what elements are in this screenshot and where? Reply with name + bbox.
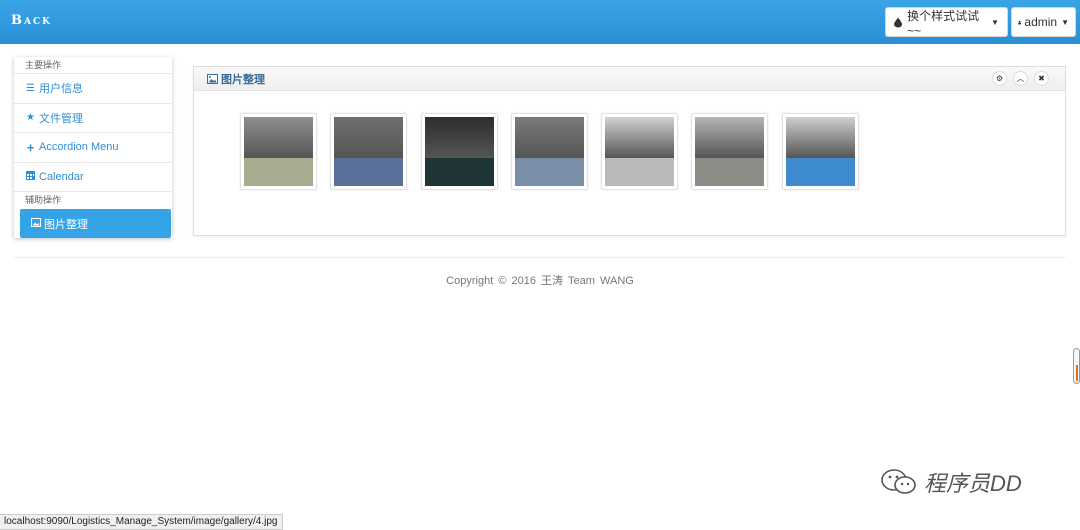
divider — [14, 257, 1066, 258]
wechat-icon — [881, 469, 916, 494]
gallery-thumbnail[interactable] — [420, 113, 498, 190]
sidebar-item-label: 用户信息 — [39, 83, 83, 96]
thumbnail-overlay — [785, 158, 855, 186]
sidebar-item-label: Accordion Menu — [39, 141, 119, 154]
sidebar-item-calendar[interactable]: Calendar — [14, 163, 172, 192]
list-icon: ☰ — [26, 82, 35, 94]
gallery-thumbnail[interactable] — [240, 113, 317, 190]
sidebar-item-gallery[interactable]: 图片整理 — [20, 209, 171, 238]
chevron-up-icon[interactable]: ︿ — [1013, 71, 1028, 86]
thumbnail-image — [605, 117, 675, 186]
thumbnail-photo-region — [695, 117, 765, 158]
thumbnail-image — [424, 117, 494, 186]
sidebar: 主要操作 ☰ 用户信息 ★ 文件管理 + Accordion Menu Cale… — [14, 57, 172, 238]
gallery-thumbnail[interactable] — [510, 113, 588, 190]
thumbnail-overlay — [605, 158, 675, 186]
sidebar-item-file-manage[interactable]: ★ 文件管理 — [14, 104, 172, 133]
thumbnail-photo-region — [244, 117, 313, 158]
sidebar-item-accordion-menu[interactable]: + Accordion Menu — [14, 133, 172, 163]
thumbnail-image — [695, 117, 765, 186]
scroll-indicator[interactable] — [1073, 348, 1080, 384]
sidebar-item-label: 文件管理 — [39, 112, 83, 125]
thumbnail-overlay — [424, 158, 494, 186]
change-style-label: 换个样式试试 ~~ — [907, 8, 980, 38]
thumbnail-overlay — [514, 158, 584, 186]
status-bar-url: localhost:9090/Logistics_Manage_System/i… — [0, 514, 283, 530]
footer-copyright: Copyright © 2016 王涛 Team WANG — [446, 275, 634, 287]
panel-tools: ⚙ ︿ ✖ — [992, 71, 1049, 86]
user-name: admin — [1024, 15, 1058, 29]
sidebar-item-user-info[interactable]: ☰ 用户信息 — [14, 74, 172, 104]
caret-down-icon: ▼ — [991, 17, 999, 27]
watermark: 程序员DD — [880, 466, 1022, 498]
sidebar-group-main: 主要操作 — [14, 57, 172, 74]
user-icon — [1018, 20, 1022, 24]
thumbnail-photo-region — [424, 117, 494, 158]
close-icon[interactable]: ✖ — [1034, 71, 1049, 86]
thumbnail-image — [514, 117, 584, 186]
thumbnail-overlay — [695, 158, 765, 186]
thumbnail-overlay — [334, 158, 404, 186]
thumbnail-photo-region — [334, 117, 404, 158]
sidebar-item-label: Calendar — [39, 170, 84, 183]
thumbnail-image — [244, 117, 313, 186]
thumbnail-overlay — [244, 158, 313, 186]
tint-icon — [894, 17, 903, 27]
gallery-thumbnail[interactable] — [330, 113, 408, 190]
plus-icon: + — [26, 139, 35, 155]
sidebar-group-aux: 辅助操作 — [25, 195, 62, 205]
thumbnail-photo-region — [785, 117, 855, 158]
star-icon: ★ — [26, 112, 35, 124]
gallery-thumbnail[interactable] — [691, 113, 769, 190]
thumbnail-image — [334, 117, 404, 186]
top-navbar: Back 换个样式试试 ~~ ▼ admin ▼ — [0, 0, 1080, 44]
thumbnail-photo-region — [514, 117, 584, 158]
picture-icon — [30, 217, 41, 230]
thumbnail-image — [785, 117, 855, 186]
gallery-thumbnail[interactable] — [601, 113, 679, 190]
user-menu-button[interactable]: admin ▼ — [1011, 7, 1076, 37]
calendar-icon — [25, 170, 36, 183]
gear-icon[interactable]: ⚙ — [992, 71, 1007, 86]
change-style-button[interactable]: 换个样式试试 ~~ ▼ — [885, 7, 1008, 38]
picture-icon — [207, 73, 218, 84]
panel-title: 图片整理 — [221, 73, 265, 86]
sidebar-item-label: 图片整理 — [44, 218, 88, 231]
caret-down-icon: ▼ — [1061, 17, 1069, 27]
thumbnail-photo-region — [605, 117, 675, 158]
gallery-thumbnail[interactable] — [781, 113, 859, 190]
gallery-grid — [240, 113, 872, 190]
brand-logo[interactable]: Back — [11, 13, 52, 28]
gallery-panel: 图片整理 ⚙ ︿ ✖ — [193, 66, 1066, 236]
watermark-text: 程序员DD — [924, 471, 1022, 496]
panel-header: 图片整理 ⚙ ︿ ✖ — [194, 67, 1065, 91]
